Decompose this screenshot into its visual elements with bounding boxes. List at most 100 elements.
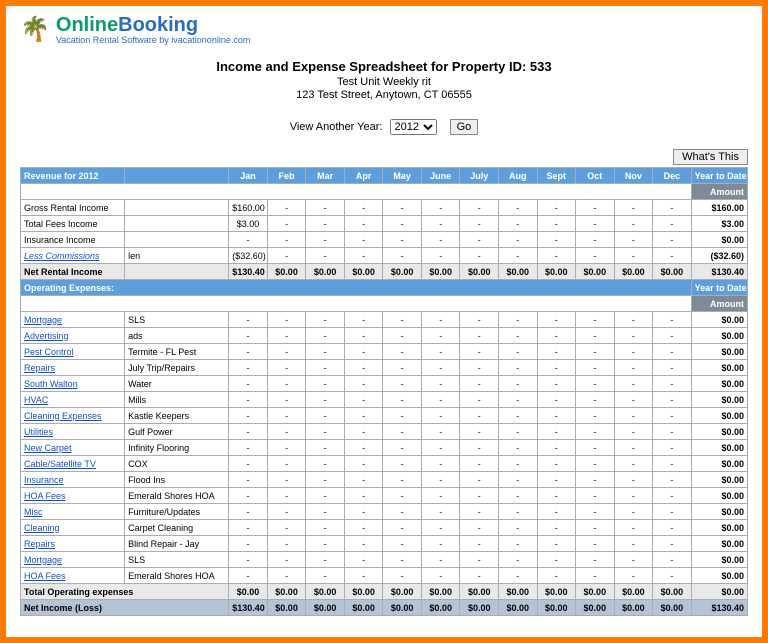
- cell: $0.00: [344, 584, 383, 600]
- cell: $0.00: [229, 584, 268, 600]
- expense-label[interactable]: Cable/Satellite TV: [21, 456, 125, 472]
- logo-online: Online: [56, 14, 118, 36]
- cell: -: [576, 520, 615, 536]
- cell: -: [306, 456, 345, 472]
- row-label: Total Fees Income: [21, 216, 125, 232]
- cell: -: [267, 344, 306, 360]
- go-button[interactable]: Go: [450, 119, 479, 135]
- cell: $0.00: [498, 264, 537, 280]
- spreadsheet-table: Revenue for 2012JanFebMarAprMayJuneJulyA…: [20, 167, 748, 616]
- cell: -: [614, 216, 653, 232]
- expense-label[interactable]: Pest Control: [21, 344, 125, 360]
- cell: -: [576, 360, 615, 376]
- cell: -: [383, 376, 422, 392]
- cell: -: [344, 520, 383, 536]
- cell: -: [460, 504, 499, 520]
- cell: -: [614, 488, 653, 504]
- ytd-cell: $0.00: [691, 536, 747, 552]
- cell: $0.00: [614, 264, 653, 280]
- cell: -: [537, 440, 576, 456]
- cell: -: [383, 200, 422, 216]
- expense-sub: Infinity Flooring: [125, 440, 229, 456]
- expense-sub: Termite - FL Pest: [125, 344, 229, 360]
- cell: -: [614, 232, 653, 248]
- cell: -: [653, 232, 692, 248]
- cell: -: [460, 520, 499, 536]
- cell: -: [267, 536, 306, 552]
- expense-label[interactable]: HOA Fees: [21, 488, 125, 504]
- expense-label[interactable]: Advertising: [21, 328, 125, 344]
- cell: -: [614, 456, 653, 472]
- cell: -: [344, 568, 383, 584]
- expense-label[interactable]: New Carpet: [21, 440, 125, 456]
- unit-name: Test Unit Weekly rit: [20, 76, 748, 88]
- cell: $0.00: [383, 584, 422, 600]
- cell: -: [460, 472, 499, 488]
- ytd-cell: $0.00: [691, 312, 747, 328]
- cell: -: [537, 312, 576, 328]
- year-select[interactable]: 2012: [390, 119, 437, 135]
- cell: -: [576, 440, 615, 456]
- cell: -: [537, 360, 576, 376]
- year-select-row: View Another Year: 2012 Go: [20, 119, 748, 135]
- expense-label[interactable]: Cleaning Expenses: [21, 408, 125, 424]
- cell: -: [614, 360, 653, 376]
- cell: -: [576, 392, 615, 408]
- cell: $130.40: [229, 600, 268, 616]
- ytd-cell: $0.00: [691, 456, 747, 472]
- expense-sub: Gulf Power: [125, 424, 229, 440]
- cell: -: [498, 232, 537, 248]
- expense-label[interactable]: Insurance: [21, 472, 125, 488]
- cell: -: [344, 424, 383, 440]
- cell: -: [383, 552, 422, 568]
- cell: -: [498, 408, 537, 424]
- expense-label[interactable]: Cleaning: [21, 520, 125, 536]
- cell: -: [344, 376, 383, 392]
- expense-label[interactable]: Repairs: [21, 360, 125, 376]
- cell: -: [537, 200, 576, 216]
- cell: -: [460, 392, 499, 408]
- cell: -: [653, 312, 692, 328]
- cell: -: [306, 216, 345, 232]
- cell: -: [614, 520, 653, 536]
- cell: -: [653, 216, 692, 232]
- ytd-cell: $160.00: [691, 200, 747, 216]
- cell: -: [653, 408, 692, 424]
- cell: -: [653, 392, 692, 408]
- cell: -: [306, 488, 345, 504]
- cell: -: [614, 200, 653, 216]
- expense-label[interactable]: Mortgage: [21, 552, 125, 568]
- cell: $0.00: [653, 600, 692, 616]
- cell: $0.00: [537, 600, 576, 616]
- cell: -: [421, 248, 460, 264]
- expense-label[interactable]: Utilities: [21, 424, 125, 440]
- cell: -: [537, 536, 576, 552]
- expense-label[interactable]: South Walton: [21, 376, 125, 392]
- cell: -: [344, 248, 383, 264]
- expense-label[interactable]: HVAC: [21, 392, 125, 408]
- cell: $0.00: [653, 264, 692, 280]
- cell: -: [306, 440, 345, 456]
- month-header: Apr: [344, 168, 383, 184]
- cell: -: [537, 424, 576, 440]
- cell: -: [614, 344, 653, 360]
- expense-label[interactable]: Misc: [21, 504, 125, 520]
- expense-label[interactable]: Repairs: [21, 536, 125, 552]
- cell: -: [498, 552, 537, 568]
- cell: -: [576, 232, 615, 248]
- cell: -: [344, 536, 383, 552]
- month-header: Dec: [653, 168, 692, 184]
- cell: -: [460, 216, 499, 232]
- cell: $0.00: [383, 600, 422, 616]
- expense-label[interactable]: Mortgage: [21, 312, 125, 328]
- cell: -: [498, 392, 537, 408]
- expense-label[interactable]: HOA Fees: [21, 568, 125, 584]
- cell: $0.00: [460, 264, 499, 280]
- cell: -: [267, 440, 306, 456]
- cell: $0.00: [614, 584, 653, 600]
- whats-this-button[interactable]: What's This: [673, 149, 748, 165]
- ytd-header: Year to Date: [691, 168, 747, 184]
- cell: -: [537, 472, 576, 488]
- cell: -: [383, 312, 422, 328]
- cell: -: [460, 568, 499, 584]
